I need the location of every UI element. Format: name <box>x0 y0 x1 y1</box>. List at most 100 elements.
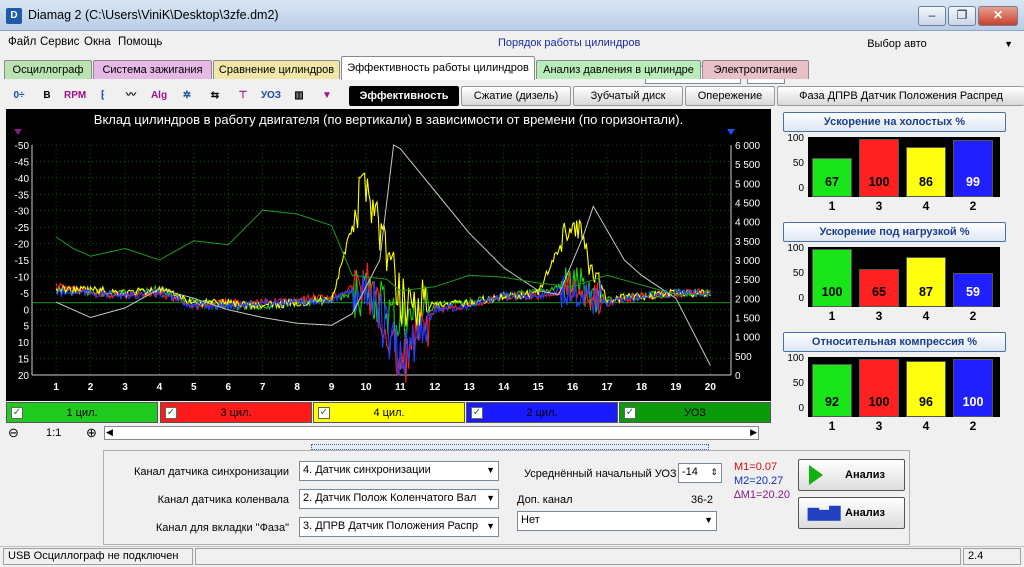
bar-value-label: 87 <box>919 285 933 299</box>
y-tick-label: -35 <box>15 190 30 201</box>
tab-cylinder-compare[interactable]: Сравнение цилиндров <box>213 60 340 79</box>
m2-value: M2=20.27 <box>734 475 784 487</box>
uoz-curve <box>55 209 711 295</box>
tab-pressure[interactable]: Анализ давления в цилиндре <box>536 60 701 79</box>
zoom-out-icon[interactable]: ⊖ <box>8 425 19 441</box>
legend-label: 4 цил. <box>373 407 405 419</box>
filter-icon[interactable]: ✲ <box>176 86 198 106</box>
window-title: Diamag 2 (C:\Users\ViniK\Desktop\3zfe.dm… <box>28 8 279 22</box>
bar-value-label: 100 <box>868 395 890 409</box>
legend-label: 2 цил. <box>526 407 558 419</box>
bar-value-label: 100 <box>821 285 843 299</box>
menu-help[interactable]: Помощь <box>118 36 162 48</box>
auto-select[interactable]: Выбор авто ▼ <box>775 35 1019 55</box>
chevron-down-icon: ▼ <box>486 465 495 475</box>
minimize-button[interactable]: – <box>918 6 946 26</box>
panel-axis-label: 0 <box>798 403 804 414</box>
analyze-stats-button[interactable]: ▆▅▇ Анализ <box>798 497 905 529</box>
settings-panel: Канал датчика синхронизации 4. Датчик си… <box>103 450 910 545</box>
phase-channel-select[interactable]: 3. ДПРВ Датчик Положения Распр ▼ <box>299 517 499 537</box>
sync-channel-label: Канал датчика синхронизации <box>133 466 289 478</box>
x-tick-label: 6 <box>225 382 231 393</box>
x-tick-label: 16 <box>567 382 579 393</box>
menu-file[interactable]: Файл <box>8 36 36 48</box>
play-icon <box>809 465 823 485</box>
subtab-phase[interactable]: Фаза ДПРВ Датчик Положения Распред <box>777 86 1024 106</box>
x-tick-label: 10 <box>360 382 372 393</box>
tab-icon[interactable]: ⇆ <box>204 86 226 106</box>
bar-value-label: 86 <box>919 175 933 189</box>
x-tick-label: 9 <box>329 382 335 393</box>
funnel-icon[interactable]: ▼ <box>316 86 338 106</box>
algorithm-icon[interactable]: Alg <box>148 86 170 106</box>
status-version: 2.4 <box>963 548 1021 565</box>
chart-scrollbar[interactable]: ◀ ▶ <box>104 426 759 440</box>
chevron-down-icon: ▼ <box>1004 39 1013 49</box>
analyze-button[interactable]: Анализ <box>798 459 905 491</box>
menu-service[interactable]: Сервис <box>40 36 79 48</box>
tab-efficiency[interactable]: Эффективность работы цилиндров <box>341 56 535 80</box>
panel-axis-label: 50 <box>792 158 804 169</box>
y-tick-label: -30 <box>15 207 30 218</box>
maximize-button[interactable]: ❐ <box>948 6 976 26</box>
zoom-in-icon[interactable]: ⊕ <box>86 425 97 441</box>
tab-ignition[interactable]: Система зажигания <box>93 60 212 79</box>
legend-label: 3 цил. <box>220 407 252 419</box>
scroll-left-icon[interactable]: ◀ <box>106 427 113 438</box>
legend-item[interactable]: ✓ 3 цил. <box>160 402 312 423</box>
x-tick-label: 19 <box>670 382 682 393</box>
zoom-tool-icon[interactable]: 0÷ <box>8 86 30 106</box>
y2-tick-label: 5 000 <box>735 179 760 190</box>
tab-power[interactable]: Электропитание <box>702 60 809 79</box>
crank-channel-select[interactable]: 2. Датчик Полож Коленчатого Вал ▼ <box>299 489 499 509</box>
legend-item[interactable]: ✓ 1 цил. <box>6 402 158 423</box>
scroll-right-icon[interactable]: ▶ <box>750 427 757 438</box>
bar-value-label: 67 <box>825 175 839 189</box>
tab-oscilloscope[interactable]: Осциллограф <box>4 60 92 79</box>
subtab-efficiency[interactable]: Эффективность <box>349 86 459 106</box>
x-tick-label: 12 <box>429 382 441 393</box>
y-tick-label: 15 <box>18 355 30 366</box>
rpm-icon[interactable]: RPM <box>64 86 86 106</box>
avg-uoz-stepper[interactable]: -14 ⇕ <box>678 463 722 483</box>
x-tick-label: 8 <box>294 382 300 393</box>
subtab-gear-disk[interactable]: Зубчатый диск <box>573 86 683 106</box>
x-tick-label: 15 <box>533 382 545 393</box>
subtab-compression[interactable]: Сжатие (дизель) <box>461 86 571 106</box>
panel-bar <box>906 147 946 197</box>
panel-axis-label: 0 <box>798 183 804 194</box>
x-tick-label: 3 <box>122 382 128 393</box>
subtab-advance[interactable]: Опережение <box>685 86 775 106</box>
time-marker-icon[interactable]: ⁅ <box>92 86 114 106</box>
y-tick-label: -50 <box>15 141 30 152</box>
panel-axis-label: 50 <box>792 378 804 389</box>
uoz-icon[interactable]: УОЗ <box>260 86 282 106</box>
x-tick-label: 11 <box>395 382 406 393</box>
panel-bar <box>906 257 946 307</box>
y2-tick-label: 1 000 <box>735 333 760 344</box>
y-tick-label: -45 <box>15 157 30 168</box>
legend-item[interactable]: ✓ 4 цил. <box>313 402 465 423</box>
legend-item[interactable]: ✓ 2 цил. <box>466 402 618 423</box>
sync-channel-select[interactable]: 4. Датчик синхронизации ▼ <box>299 461 499 481</box>
menu-windows[interactable]: Окна <box>84 36 111 48</box>
y-tick-label: -20 <box>15 240 30 251</box>
bars-icon[interactable]: ▥ <box>288 86 310 106</box>
bold-icon[interactable]: B <box>36 86 58 106</box>
panel-axis-label: 0 <box>798 293 804 304</box>
y2-tick-label: 4 500 <box>735 199 760 210</box>
legend-item[interactable]: ✓ УОЗ <box>619 402 771 423</box>
panel-bar <box>812 364 852 417</box>
panel-title: Относительная компрессия % <box>783 332 1006 352</box>
extra-channel-select[interactable]: Нет ▼ <box>517 511 717 531</box>
y-tick-label: -40 <box>15 174 30 185</box>
curve-icon[interactable]: 〰 <box>120 86 142 106</box>
phase-channel-label: Канал для вкладки "Фаза" <box>155 522 289 534</box>
cylinder-order-label: Порядок работы цилиндров <box>498 37 641 49</box>
marker-icon[interactable]: ⊤ <box>232 86 254 106</box>
zoom-value: 1:1 <box>46 427 62 439</box>
close-button[interactable]: ✕ <box>978 6 1018 26</box>
x-tick-label: 20 <box>705 382 717 393</box>
bar-value-label: 65 <box>872 285 886 299</box>
panel-title: Ускорение на холостых % <box>783 112 1006 132</box>
